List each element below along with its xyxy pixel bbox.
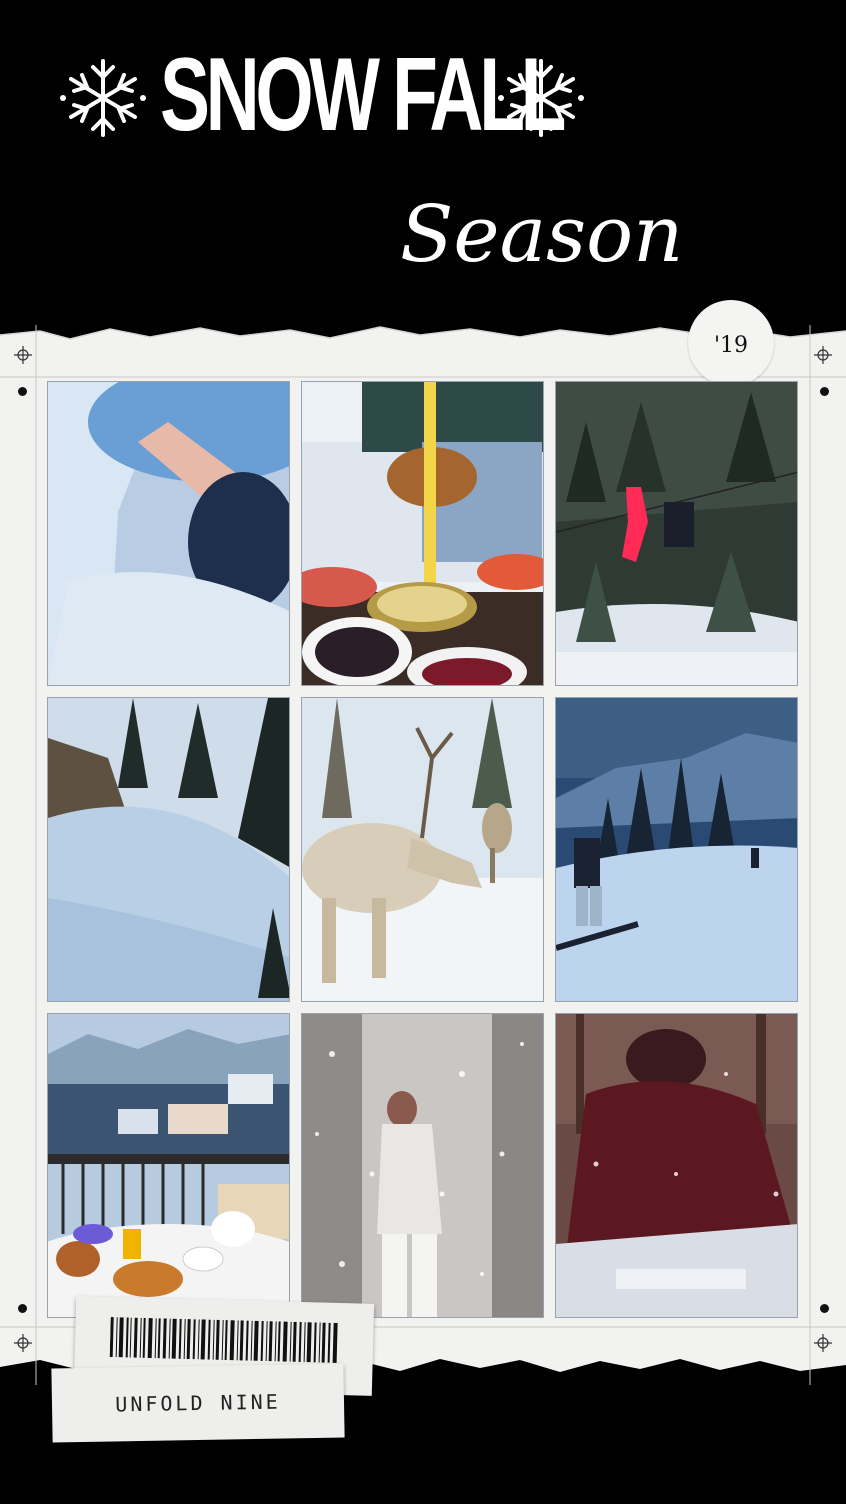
snowy-slope-photo[interactable] <box>47 697 290 1002</box>
corner-dot <box>820 1304 829 1313</box>
year-badge: '19 <box>688 300 774 386</box>
snowflake-icon <box>498 59 584 137</box>
footer-label: UNFOLD NINE <box>115 1389 281 1417</box>
photo-grid <box>47 381 799 1320</box>
barcode-icon <box>109 1317 338 1363</box>
crosshair-icon <box>814 1334 832 1352</box>
snowflake-icon <box>60 59 146 137</box>
red-jacket-snow-photo[interactable] <box>555 1013 798 1318</box>
header: SNOW FALL Season <box>0 0 846 340</box>
crosshair-icon <box>14 1334 32 1352</box>
corner-dot <box>820 387 829 396</box>
corner-dot <box>18 1304 27 1313</box>
corner-dot <box>18 387 27 396</box>
snow-wall-hand-photo[interactable] <box>47 381 290 686</box>
reindeer-photo[interactable] <box>301 697 544 1002</box>
crosshair-icon <box>14 346 32 364</box>
breakfast-pour-photo[interactable] <box>301 381 544 686</box>
snowboarder-photo[interactable] <box>555 697 798 1002</box>
snowfall-forest-photo[interactable] <box>301 1013 544 1318</box>
zipline-forest-photo[interactable] <box>555 381 798 686</box>
page-subtitle: Season <box>400 190 684 280</box>
crosshair-icon <box>814 346 832 364</box>
label-card: UNFOLD NINE <box>51 1363 345 1443</box>
page-title: SNOW FALL <box>160 37 566 153</box>
balcony-breakfast-photo[interactable] <box>47 1013 290 1318</box>
